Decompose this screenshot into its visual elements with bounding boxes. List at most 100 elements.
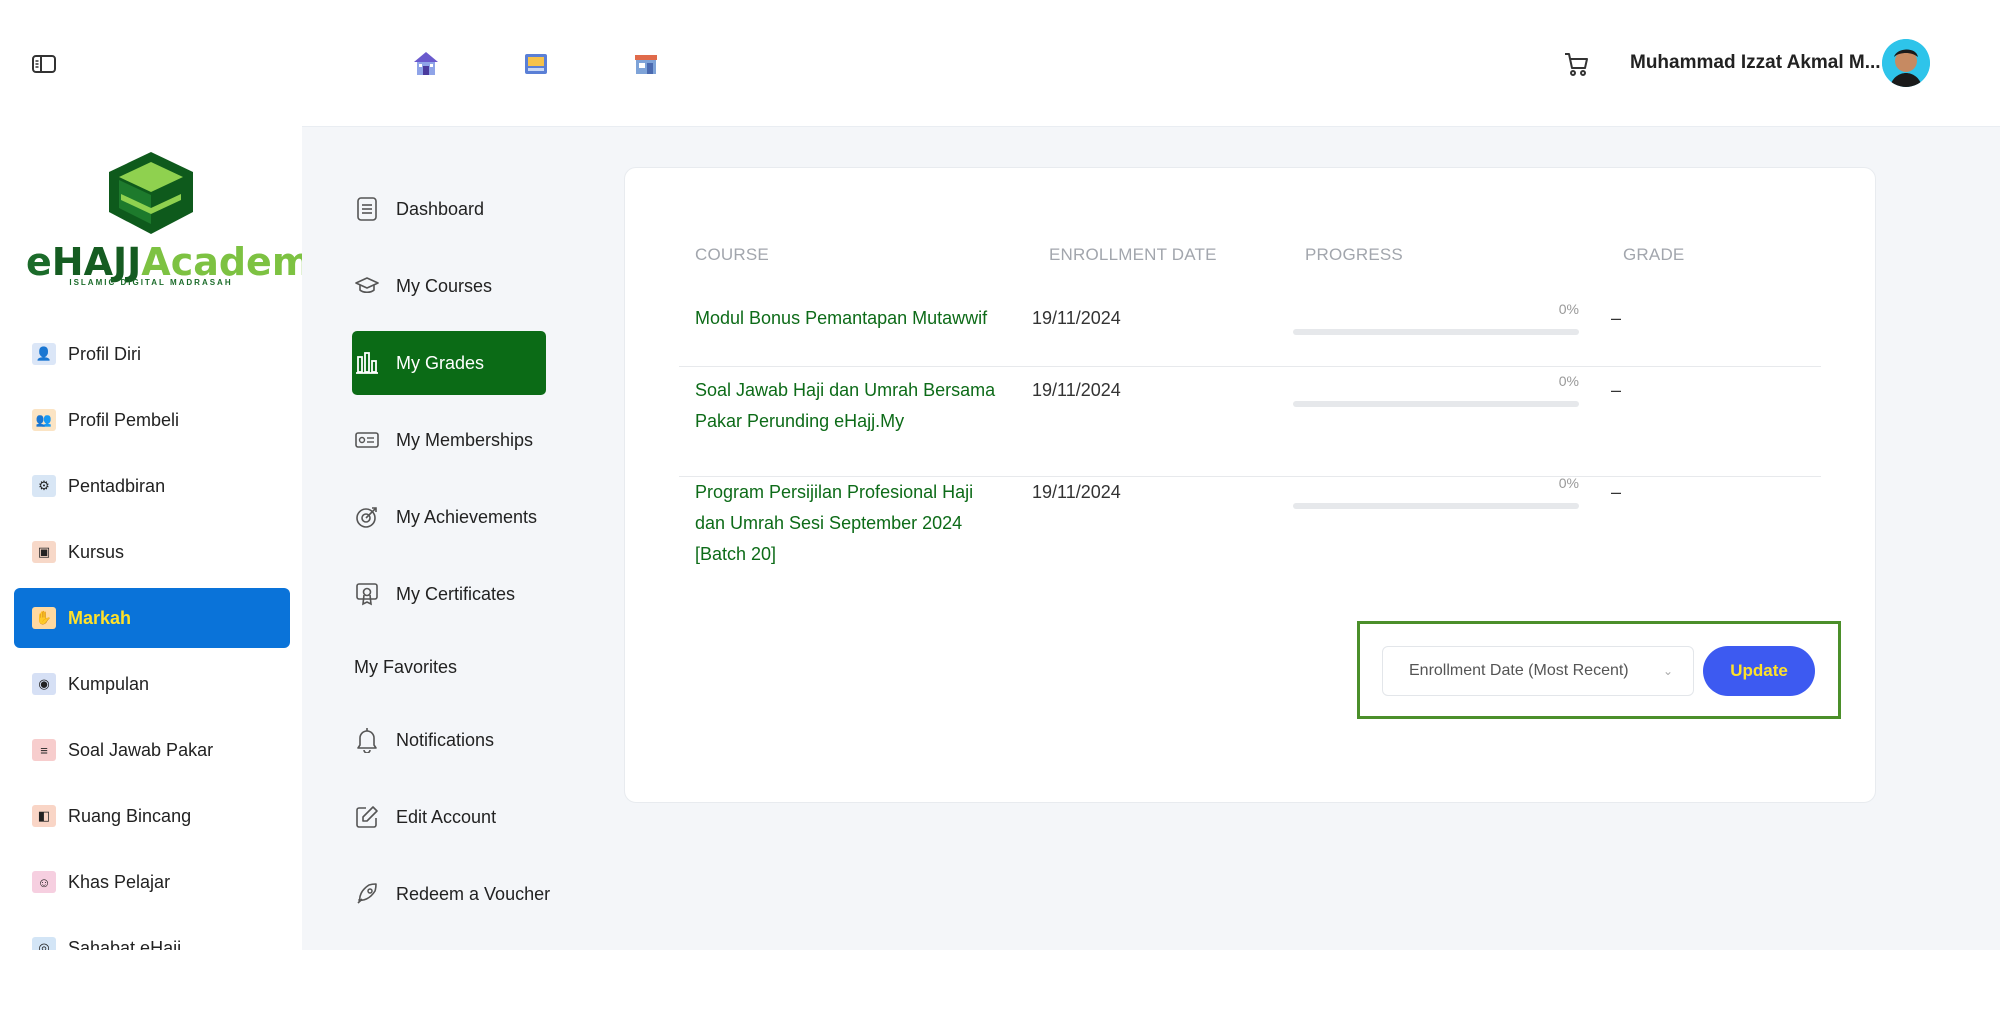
qa-icon: ≡ [32, 739, 56, 761]
user-name[interactable]: Muhammad Izzat Akmal M... [1630, 52, 1881, 74]
certificate-icon [354, 581, 380, 607]
book-icon[interactable] [520, 48, 552, 80]
sidebar-item-label: Pentadbiran [68, 475, 166, 496]
course-title-link[interactable]: Soal Jawab Haji dan Umrah Bersama Pakar … [695, 375, 1005, 437]
avatar[interactable] [1882, 39, 1930, 87]
sidebar-item-label: Khas Pelajar [68, 871, 171, 892]
buyer-icon: 👥 [32, 409, 56, 431]
nav-my-achievements[interactable]: My Achievements [352, 485, 562, 549]
enrollment-date: 19/11/2024 [1032, 308, 1121, 328]
nav-label: My Favorites [354, 656, 458, 677]
friends-icon: ◎ [32, 937, 56, 950]
nav-my-certificates[interactable]: My Certificates [352, 562, 562, 626]
left-sidebar: eHAJJAcademy ISLAMIC DIGITAL MADRASAH 👤 … [0, 0, 302, 950]
edit-icon [354, 804, 380, 830]
nav-redeem-voucher[interactable]: Redeem a Voucher [352, 862, 562, 926]
nav-label: My Courses [396, 275, 493, 296]
nav-my-favorites[interactable]: My Favorites [352, 639, 562, 695]
ehajj-logo[interactable]: eHAJJAcademy ISLAMIC DIGITAL MADRASAH [26, 150, 302, 290]
sidebar-item-sahabat-ehajj[interactable]: ◎ Sahabat eHajj [14, 918, 290, 950]
sidebar-item-label: Kumpulan [68, 673, 150, 694]
nav-edit-account[interactable]: Edit Account [352, 785, 562, 849]
nav-my-courses[interactable]: My Courses [352, 254, 562, 318]
enrollment-date: 19/11/2024 [1032, 482, 1121, 502]
nav-label: Notifications [396, 729, 495, 750]
nav-notifications[interactable]: Notifications [352, 708, 562, 772]
nav-my-grades[interactable]: My Grades [352, 331, 546, 395]
course-title-link[interactable]: Modul Bonus Pemantapan Mutawwif [695, 303, 1005, 334]
account-nav: Dashboard My Courses My Grades My Member… [352, 177, 562, 939]
top-bar: Muhammad Izzat Akmal M... [302, 22, 2000, 127]
progress-bar [1293, 503, 1579, 509]
nav-label: Dashboard [396, 198, 485, 219]
main-content: Dashboard My Courses My Grades My Member… [302, 127, 2000, 950]
progress-bar [1293, 329, 1579, 335]
grades-card: COURSE ENROLLMENT DATE PROGRESS GRADE Mo… [624, 167, 1876, 803]
sidebar-item-label: Kursus [68, 541, 125, 562]
chevron-down-icon: ⌄ [1662, 664, 1673, 678]
sidebar-item-kumpulan[interactable]: ◉ Kumpulan [14, 654, 290, 714]
rocket-icon [354, 881, 380, 907]
bar-chart-icon [354, 350, 380, 376]
sidebar-item-label: Soal Jawab Pakar [68, 739, 214, 760]
group-icon: ◉ [32, 673, 56, 695]
sort-select-value: Enrollment Date (Most Recent) [1409, 662, 1629, 679]
nav-label: Redeem a Voucher [396, 883, 551, 904]
store-icon[interactable] [630, 48, 662, 80]
nav-dashboard[interactable]: Dashboard [352, 177, 562, 241]
nav-my-memberships[interactable]: My Memberships [352, 408, 562, 472]
sidebar-item-label: Sahabat eHajj [68, 937, 182, 951]
grade-value: – [1611, 380, 1622, 400]
sidebar-toggle-icon[interactable] [32, 54, 56, 74]
id-card-icon [354, 427, 380, 453]
grade-value: – [1611, 482, 1622, 502]
logo-tagline: ISLAMIC DIGITAL MADRASAH [69, 278, 233, 287]
graduation-cap-icon [354, 273, 380, 299]
nav-label: My Grades [396, 352, 485, 373]
table-row: Modul Bonus Pemantapan Mutawwif 19/11/20… [679, 301, 1821, 367]
sidebar-item-profil-pembeli[interactable]: 👥 Profil Pembeli [14, 390, 290, 450]
sidebar-item-pentadbiran[interactable]: ⚙ Pentadbiran [14, 456, 290, 516]
header-grade: GRADE [1623, 245, 1685, 264]
progress-bar [1293, 401, 1579, 407]
update-button[interactable]: Update [1703, 646, 1815, 696]
progress-cell: 0% [1293, 301, 1579, 337]
sidebar-item-label: Markah [68, 607, 132, 628]
sidebar-item-kursus[interactable]: ▣ Kursus [14, 522, 290, 582]
course-title-link[interactable]: Program Persijilan Profesional Haji dan … [695, 477, 1005, 570]
nav-label: My Memberships [396, 429, 534, 450]
sidebar-item-profil-diri[interactable]: 👤 Profil Diri [14, 324, 290, 384]
cart-icon[interactable] [1560, 48, 1592, 80]
header-course: COURSE [695, 245, 769, 264]
discussion-icon: ◧ [32, 805, 56, 827]
admin-icon: ⚙ [32, 475, 56, 497]
grade-value: – [1611, 308, 1622, 328]
grades-icon: ✋ [32, 607, 56, 629]
sidebar-item-khas-pelajar[interactable]: ☺ Khas Pelajar [14, 852, 290, 912]
sort-select[interactable]: Enrollment Date (Most Recent) ⌄ [1382, 646, 1694, 696]
progress-percent: 0% [1558, 373, 1579, 389]
sort-controls-highlight: Enrollment Date (Most Recent) ⌄ Update [1357, 621, 1841, 719]
person-icon: 👤 [32, 343, 56, 365]
table-row: Program Persijilan Profesional Haji dan … [679, 475, 1821, 587]
sidebar-item-ruang-bincang[interactable]: ◧ Ruang Bincang [14, 786, 290, 846]
progress-cell: 0% [1293, 373, 1579, 409]
kaaba-logo-icon [109, 152, 193, 234]
sidebar-item-label: Ruang Bincang [68, 805, 192, 826]
sidebar-item-soal-jawab-pakar[interactable]: ≡ Soal Jawab Pakar [14, 720, 290, 780]
home-icon[interactable] [410, 48, 442, 80]
table-row: Soal Jawab Haji dan Umrah Bersama Pakar … [679, 373, 1821, 477]
document-icon [354, 196, 380, 222]
progress-percent: 0% [1558, 301, 1579, 317]
target-icon [354, 504, 380, 530]
nav-label: My Achievements [396, 506, 538, 527]
sidebar-item-markah[interactable]: ✋ Markah [14, 588, 290, 648]
bell-icon [354, 727, 380, 753]
nav-label: My Certificates [396, 583, 516, 604]
enrollment-date: 19/11/2024 [1032, 380, 1121, 400]
sidebar-item-label: Profil Pembeli [68, 409, 180, 430]
sidebar-item-label: Profil Diri [68, 343, 142, 364]
sidebar-menu: 👤 Profil Diri 👥 Profil Pembeli ⚙ Pentadb… [14, 324, 290, 950]
nav-label: Edit Account [396, 806, 497, 827]
header-enrollment-date: ENROLLMENT DATE [1049, 245, 1217, 264]
